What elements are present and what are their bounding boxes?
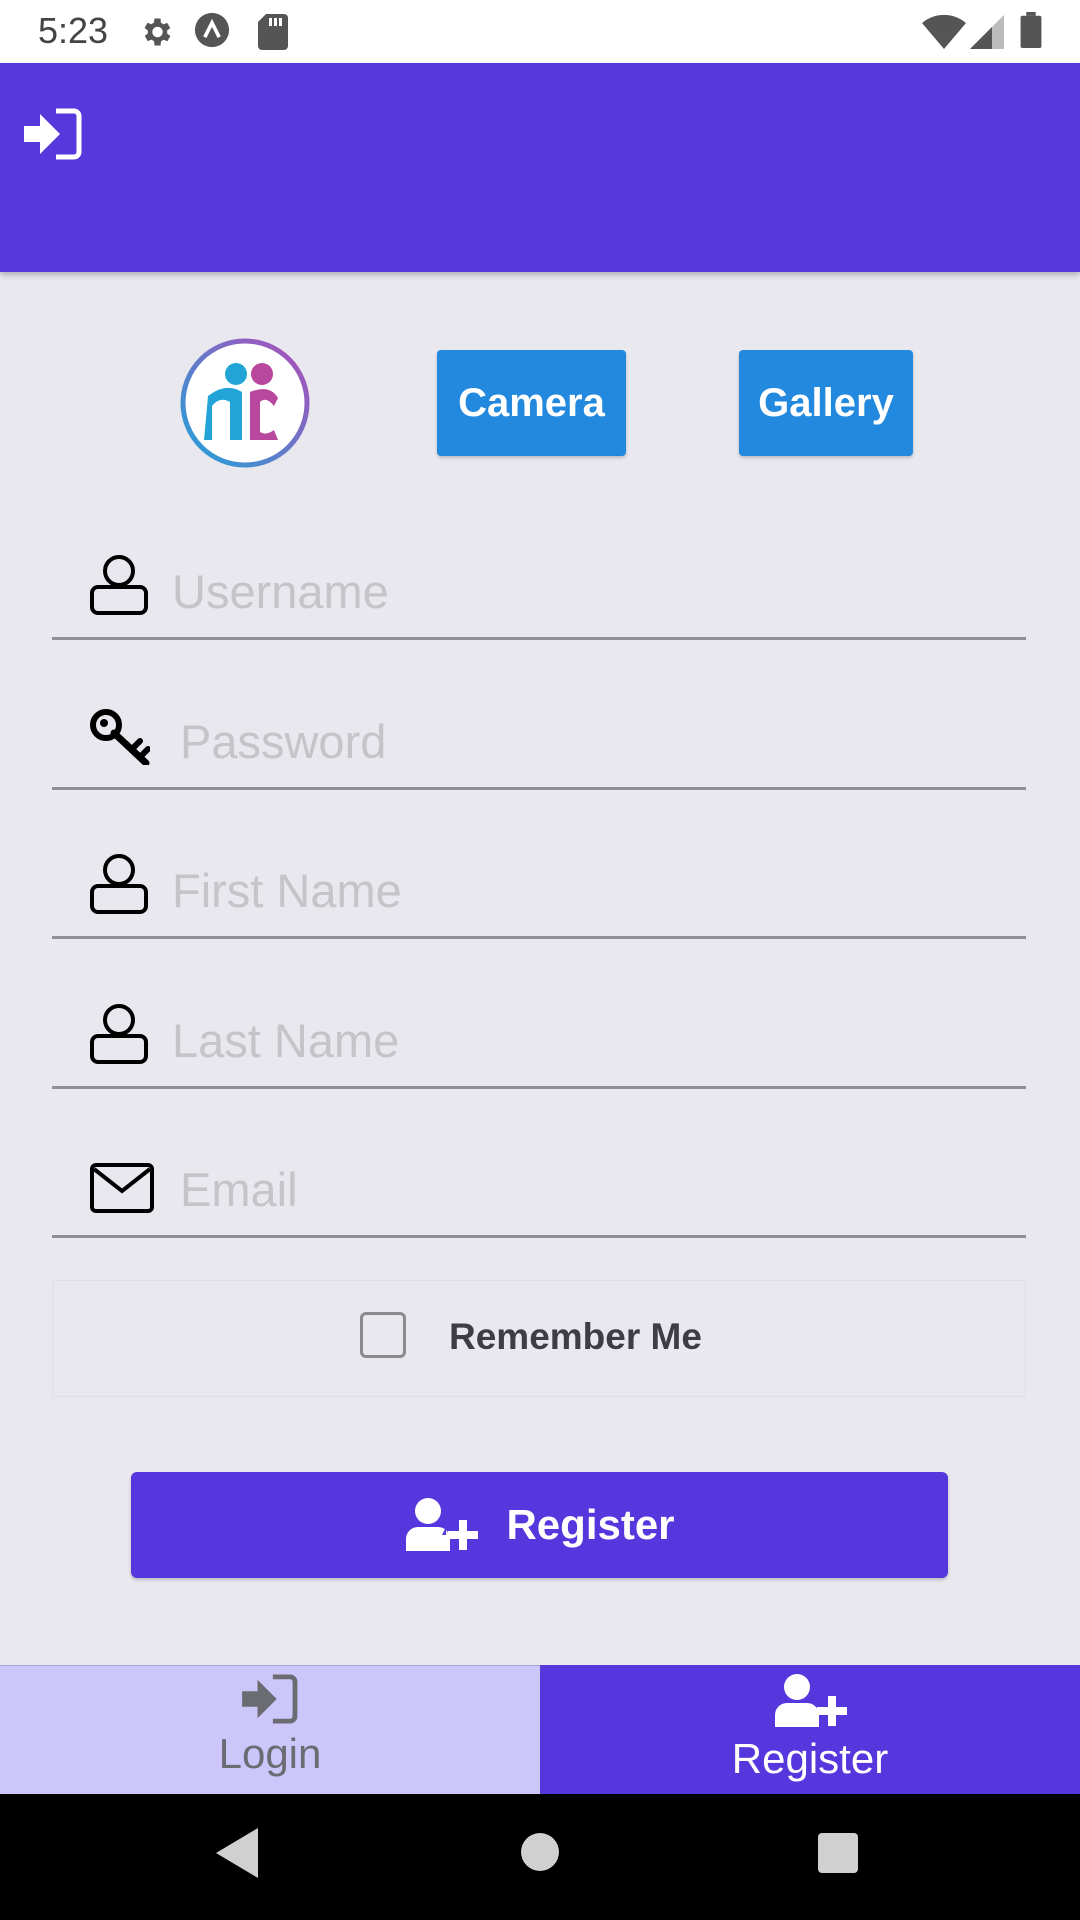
email-field (52, 1125, 1026, 1238)
app-circle-icon (194, 12, 230, 48)
status-bar: 5:23 (0, 0, 1080, 63)
status-time: 5:23 (38, 10, 109, 51)
user-plus-icon (775, 1674, 847, 1727)
register-button[interactable]: Register (131, 1472, 948, 1578)
remember-me-label[interactable]: Remember Me (449, 1316, 702, 1358)
first-name-input[interactable] (172, 826, 1026, 936)
user-icon (90, 854, 148, 914)
sd-card-icon (258, 14, 288, 50)
settings-gear-icon (144, 18, 171, 46)
gallery-button[interactable]: Gallery (739, 350, 913, 456)
user-icon (90, 555, 148, 615)
last-name-field (52, 976, 1026, 1089)
app-logo (180, 338, 310, 468)
envelope-icon (90, 1163, 154, 1213)
tab-login[interactable]: Login (0, 1665, 540, 1794)
user-plus-icon (406, 1498, 479, 1551)
wifi-icon (922, 14, 966, 49)
username-field (52, 527, 1026, 640)
battery-icon (1020, 12, 1042, 48)
key-icon (90, 709, 150, 765)
sign-in-icon (242, 1674, 298, 1724)
password-input[interactable] (180, 677, 1026, 787)
tab-register-label: Register (731, 1735, 889, 1782)
sign-in-icon[interactable] (24, 108, 82, 160)
last-name-input[interactable] (172, 976, 1026, 1086)
home-icon[interactable] (520, 1832, 560, 1872)
back-icon[interactable] (216, 1828, 258, 1878)
user-icon (90, 1004, 148, 1064)
camera-button[interactable]: Camera (437, 350, 626, 456)
password-field (52, 677, 1026, 790)
recents-icon[interactable] (818, 1833, 858, 1873)
cell-signal-icon (970, 15, 1004, 49)
tab-login-label: Login (218, 1730, 322, 1777)
remember-me-checkbox[interactable] (360, 1312, 406, 1358)
first-name-field (52, 826, 1026, 939)
system-nav-bar (0, 1794, 1080, 1920)
app-bar (0, 63, 1080, 272)
email-input[interactable] (180, 1125, 1026, 1235)
tab-register[interactable]: Register (540, 1665, 1080, 1794)
register-button-label: Register (506, 1501, 675, 1548)
username-input[interactable] (172, 527, 1026, 637)
